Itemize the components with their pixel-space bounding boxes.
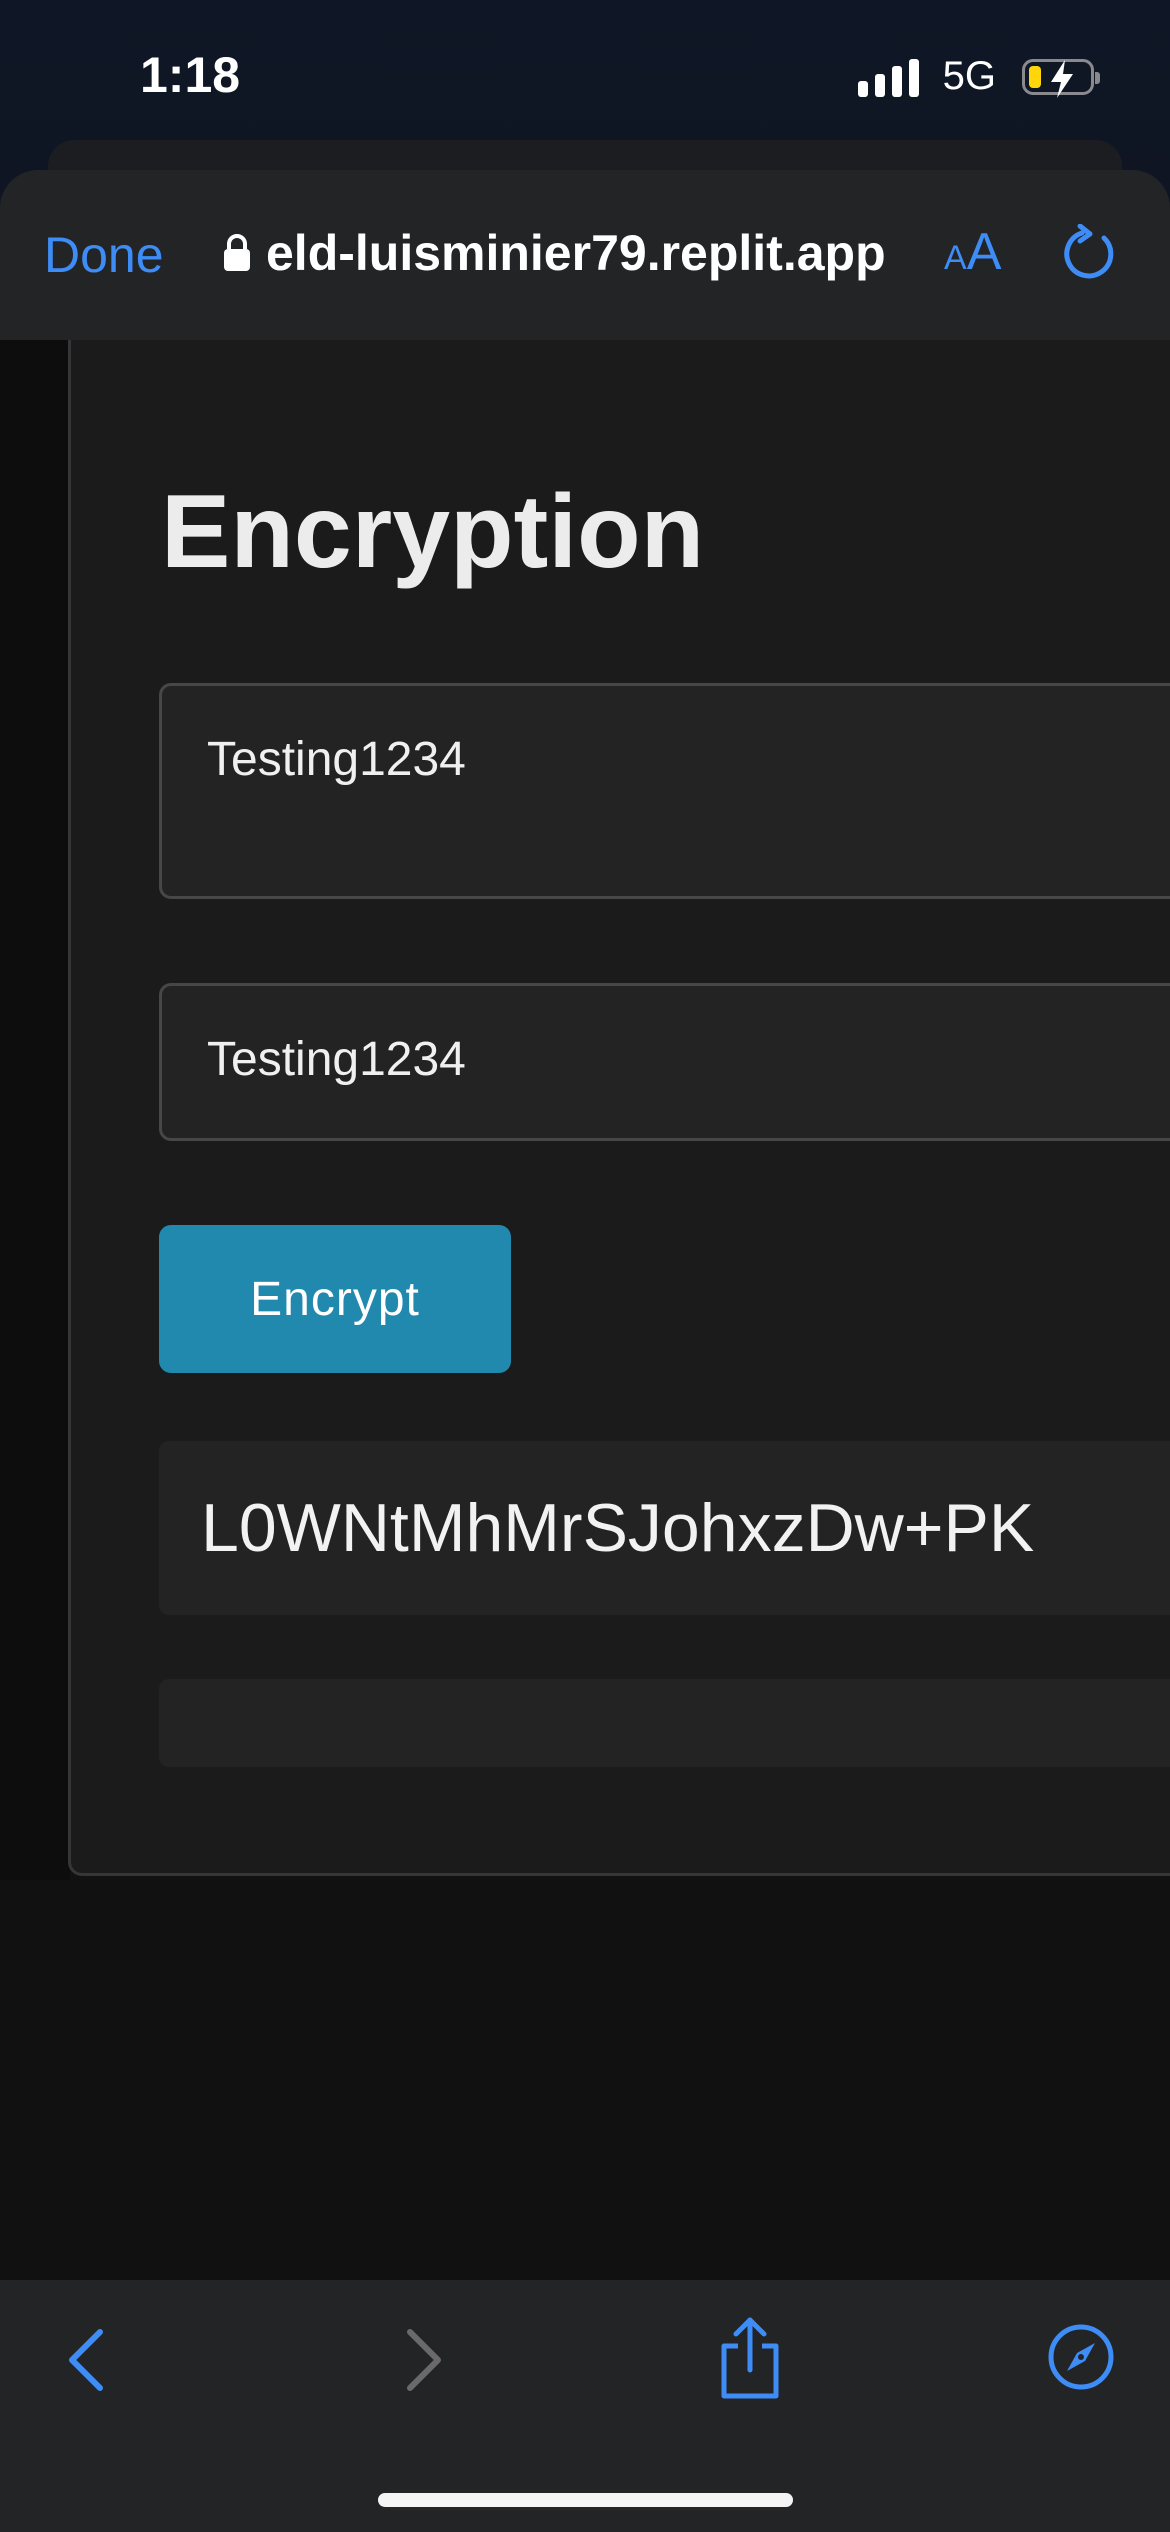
text-input[interactable]: Testing1234	[159, 683, 1170, 899]
forward-icon	[407, 2329, 441, 2391]
share-button[interactable]	[716, 2316, 784, 2405]
page-title: Encryption	[161, 474, 705, 590]
encryption-card: Encryption Testing1234 Testing1234 Encry…	[68, 340, 1170, 1876]
back-icon	[69, 2329, 103, 2391]
text-input-value: Testing1234	[207, 733, 466, 786]
url-text: eld-luisminier79.replit.app	[266, 225, 886, 281]
browser-bottom-toolbar	[0, 2280, 1170, 2532]
home-indicator	[378, 2493, 793, 2507]
encrypted-output: L0WNtMhMrSJohxzDw+PK	[159, 1441, 1170, 1615]
page-background	[0, 340, 70, 1880]
forward-button[interactable]	[398, 2320, 448, 2405]
key-input-value: Testing1234	[207, 1033, 466, 1086]
back-button[interactable]	[62, 2320, 112, 2405]
text-size-small-label: A	[944, 239, 967, 277]
reload-icon	[1064, 223, 1114, 279]
address-bar[interactable]: eld-luisminier79.replit.app	[222, 224, 886, 282]
done-button[interactable]: Done	[44, 226, 164, 284]
secondary-output	[159, 1679, 1170, 1767]
battery-level	[1029, 65, 1041, 88]
compass-icon	[1048, 2324, 1114, 2390]
key-input[interactable]: Testing1234	[159, 983, 1170, 1141]
tabs-button[interactable]	[1046, 2322, 1116, 2397]
encrypt-button[interactable]: Encrypt	[159, 1225, 511, 1373]
battery-icon	[1022, 58, 1100, 98]
network-type: 5G	[942, 54, 996, 98]
status-indicators: 5G	[857, 54, 1100, 99]
charging-bolt-icon	[1051, 59, 1073, 98]
text-size-large-label: A	[966, 223, 1002, 281]
share-icon	[721, 2317, 779, 2399]
browser-top-bar: Done eld-luisminier79.replit.app AA	[0, 170, 1170, 340]
cellular-signal-icon	[857, 57, 919, 97]
web-content: Encryption Testing1234 Testing1234 Encry…	[0, 340, 1170, 2280]
status-time: 1:18	[140, 47, 241, 103]
text-size-button[interactable]: AA	[944, 222, 1001, 282]
lock-icon	[224, 234, 250, 271]
reload-button[interactable]	[1060, 223, 1120, 289]
